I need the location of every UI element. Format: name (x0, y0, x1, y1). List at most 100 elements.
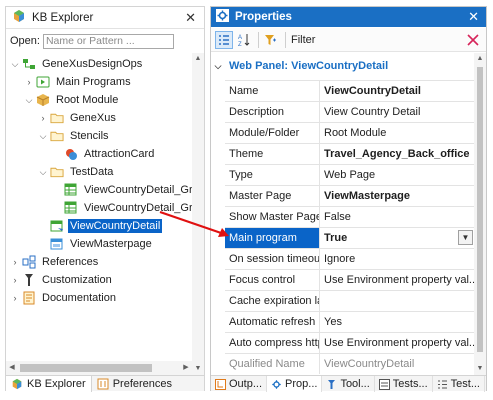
property-value-select[interactable]: True ▼ (320, 228, 474, 248)
property-row-show-master-page[interactable]: Show Master Page v False (225, 206, 474, 227)
open-search-input[interactable] (42, 33, 174, 49)
property-name: Focus control (225, 270, 320, 290)
property-row-auto-compress[interactable]: Auto compress http Use Environment prope… (225, 332, 474, 353)
test-list-icon (437, 379, 448, 390)
scroll-thumb[interactable] (477, 67, 483, 352)
chevron-down-icon[interactable]: ⌵ (38, 167, 48, 178)
kb-explorer-titlebar: KB Explorer ✕ (6, 7, 204, 29)
property-row-description[interactable]: Description View Country Detail (225, 101, 474, 122)
property-row-on-session-timeout[interactable]: On session timeout Ignore (225, 248, 474, 269)
property-name: Theme (225, 144, 320, 164)
tree-item-root-module[interactable]: ⌵ Root Module (6, 91, 192, 109)
svg-text:A: A (238, 35, 242, 41)
chevron-right-icon[interactable]: › (10, 275, 20, 285)
sort-alphabetical-icon[interactable]: AZ (235, 31, 253, 49)
scroll-right-icon[interactable]: ▶ (180, 361, 192, 375)
tree-item-documentation[interactable]: › Documentation (6, 289, 192, 307)
property-value[interactable]: Web Page (320, 165, 474, 185)
preferences-icon (97, 378, 109, 390)
tree-item-customization[interactable]: › Customization (6, 271, 192, 289)
documentation-icon (22, 291, 36, 305)
references-icon (22, 255, 36, 269)
property-row-focus-control[interactable]: Focus control Use Environment property v… (225, 269, 474, 290)
property-row-name[interactable]: Name ViewCountryDetail (225, 80, 474, 101)
chevron-right-icon[interactable]: › (10, 257, 20, 267)
tab-kb-explorer[interactable]: KB Explorer (6, 376, 92, 392)
scroll-down-icon[interactable]: ▼ (192, 363, 204, 375)
chevron-right-icon[interactable]: › (10, 293, 20, 303)
property-value[interactable]: ViewMasterpage (320, 186, 474, 206)
tree-item-genexus[interactable]: › GeneXus (6, 109, 192, 127)
categorized-view-icon[interactable] (215, 30, 233, 49)
property-row-master-page[interactable]: Master Page ViewMasterpage (225, 185, 474, 206)
scroll-thumb[interactable] (20, 364, 152, 372)
chevron-down-icon[interactable]: ⌵ (38, 131, 48, 142)
property-row-type[interactable]: Type Web Page (225, 164, 474, 185)
close-icon[interactable]: ✕ (185, 10, 196, 26)
chevron-down-icon[interactable]: ⌵ (24, 95, 34, 106)
tree-item-data-provider-2[interactable]: ViewCountryDetail_Grid_A (6, 199, 192, 217)
property-grid: ⌵ Web Panel: ViewCountryDetail Name View… (211, 53, 486, 375)
tree-item-main-programs[interactable]: › Main Programs (6, 73, 192, 91)
close-icon[interactable]: ✕ (468, 9, 479, 25)
property-category[interactable]: ⌵ Web Panel: ViewCountryDetail (211, 57, 474, 75)
property-value[interactable]: Yes (320, 312, 474, 332)
tree-vertical-scrollbar[interactable]: ▲ ▼ (192, 53, 204, 375)
property-row-main-program[interactable]: Main program True ▼ (225, 227, 474, 248)
tree-item-attraction-card[interactable]: AttractionCard (6, 145, 192, 163)
property-value[interactable]: View Country Detail (320, 102, 474, 122)
tab-output[interactable]: Outp... (211, 376, 268, 392)
scroll-down-icon[interactable]: ▼ (474, 363, 486, 375)
tab-toolbox[interactable]: Tool... (322, 376, 375, 392)
property-value[interactable]: Use Environment property val... (320, 270, 474, 290)
chevron-down-icon[interactable]: ⌵ (10, 59, 20, 70)
tree-item-viewmasterpage[interactable]: ViewMasterpage (6, 235, 192, 253)
folder-icon (50, 165, 64, 179)
scroll-up-icon[interactable]: ▲ (474, 53, 486, 65)
tab-test-list[interactable]: Test... (433, 376, 485, 392)
tree-item-stencils[interactable]: ⌵ Stencils (6, 127, 192, 145)
tree-item-testdata[interactable]: ⌵ TestData (6, 163, 192, 181)
property-grid-scrollbar[interactable]: ▲ ▼ (474, 53, 486, 375)
tree-horizontal-scrollbar[interactable]: ◀ ▶ (6, 361, 192, 375)
property-row-module-folder[interactable]: Module/Folder Root Module (225, 122, 474, 143)
property-value[interactable]: Use Environment property val... (320, 333, 474, 353)
chevron-down-icon[interactable]: ▼ (458, 230, 473, 245)
chevron-down-icon[interactable]: ⌵ (211, 61, 225, 72)
tab-label: Preferences (112, 378, 173, 390)
property-value[interactable]: Root Module (320, 123, 474, 143)
tab-label: Test... (450, 378, 480, 390)
chevron-right-icon[interactable]: › (24, 77, 34, 87)
scroll-left-icon[interactable]: ◀ (6, 361, 18, 375)
filter-input[interactable] (319, 31, 464, 49)
property-value[interactable]: False (320, 207, 474, 227)
property-value[interactable]: ViewCountryDetail (320, 81, 474, 101)
tab-preferences[interactable]: Preferences (92, 376, 177, 392)
property-name: Type (225, 165, 320, 185)
property-row-theme[interactable]: Theme Travel_Agency_Back_office (225, 143, 474, 164)
tree-item-label: ViewCountryDetail (68, 219, 163, 233)
clear-filter-icon[interactable] (464, 31, 482, 49)
property-row-qualified-name[interactable]: Qualified Name ViewCountryDetail (225, 353, 474, 374)
customization-icon (22, 273, 36, 287)
property-row-automatic-refresh[interactable]: Automatic refresh Yes (225, 311, 474, 332)
property-name: Cache expiration lap (225, 291, 320, 311)
data-provider-icon (64, 201, 78, 215)
tree-item-viewcountrydetail[interactable]: ViewCountryDetail (6, 217, 192, 235)
tree-item-label: ViewCountryDetail_Grid_A (84, 184, 192, 196)
tests-icon (378, 378, 390, 390)
property-row-cache-expiration[interactable]: Cache expiration lap (225, 290, 474, 311)
tab-properties[interactable]: Prop... (267, 376, 323, 392)
tree-item-kb-root[interactable]: ⌵ GeneXusDesignOps (6, 55, 192, 73)
chevron-right-icon[interactable]: › (38, 113, 48, 123)
svg-text:Z: Z (238, 42, 242, 47)
property-value[interactable] (320, 291, 474, 311)
tree-item-references[interactable]: › References (6, 253, 192, 271)
property-value[interactable]: Travel_Agency_Back_office (320, 144, 474, 164)
property-value[interactable]: Ignore (320, 249, 474, 269)
tree-item-label: GeneXusDesignOps (42, 58, 143, 70)
filter-icon[interactable] (262, 31, 280, 49)
tab-tests[interactable]: Tests... (375, 376, 433, 392)
tree-item-data-provider-1[interactable]: ViewCountryDetail_Grid_A (6, 181, 192, 199)
scroll-up-icon[interactable]: ▲ (192, 53, 204, 65)
